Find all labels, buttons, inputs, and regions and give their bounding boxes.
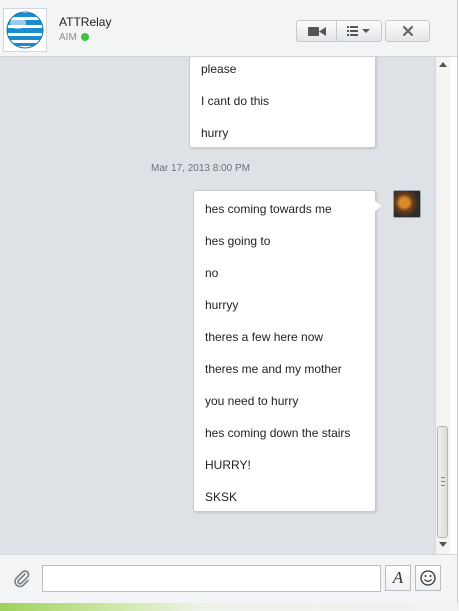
close-button[interactable] [385, 20, 430, 42]
attach-button[interactable] [12, 569, 32, 589]
my-avatar[interactable] [393, 190, 421, 218]
contact-avatar[interactable] [3, 8, 47, 52]
message-area[interactable]: please I cant do this hurry Mar 17, 2013… [0, 57, 435, 554]
outgoing-message-bubble: hes coming towards me hes going to no hu… [193, 190, 376, 512]
message-text: no [205, 266, 219, 280]
options-menu-button[interactable] [336, 20, 382, 42]
contact-name: ATTRelay [59, 15, 112, 29]
message-input[interactable] [42, 565, 381, 592]
message-text: I cant do this [201, 94, 270, 108]
scroll-up-icon[interactable] [439, 62, 447, 67]
smiley-icon [420, 570, 436, 586]
att-globe-logo-icon [6, 11, 44, 49]
chat-header: ATTRelay AIM [0, 0, 457, 57]
incoming-message-bubble: please I cant do this hurry [189, 57, 376, 148]
message-text: hurry [201, 126, 229, 140]
service-label: AIM [59, 32, 77, 43]
bubble-tail [374, 200, 381, 212]
message-text: hes coming towards me [205, 202, 332, 216]
message-text: please [201, 62, 237, 76]
paperclip-icon [14, 570, 30, 588]
message-text: you need to hurry [205, 394, 299, 408]
message-text: HURRY! [205, 458, 251, 472]
emoji-button[interactable] [415, 565, 441, 591]
online-status-icon [80, 33, 89, 41]
grip-icon [441, 477, 445, 486]
compose-bar: A [0, 554, 457, 604]
message-text: hes coming down the stairs [205, 426, 351, 440]
message-text: theres me and my mother [205, 362, 342, 376]
message-text: theres a few here now [205, 330, 324, 344]
video-call-button[interactable] [296, 20, 337, 42]
message-text: hes going to [205, 234, 271, 248]
message-text: hurryy [205, 298, 239, 312]
message-text: SKSK [205, 490, 238, 504]
message-timestamp: Mar 17, 2013 8:00 PM [151, 163, 250, 174]
status-line: AIM [59, 32, 89, 43]
bottom-strip [0, 603, 459, 611]
scrollbar-thumb[interactable] [437, 426, 448, 538]
video-camera-icon [307, 26, 326, 36]
font-button[interactable]: A [385, 565, 411, 591]
chat-window: ATTRelay AIM please I cant do this hurry… [0, 0, 458, 611]
list-menu-icon [347, 26, 370, 36]
scroll-down-icon[interactable] [439, 542, 447, 547]
chat-scrollbar[interactable] [435, 57, 450, 554]
close-icon [402, 26, 413, 36]
